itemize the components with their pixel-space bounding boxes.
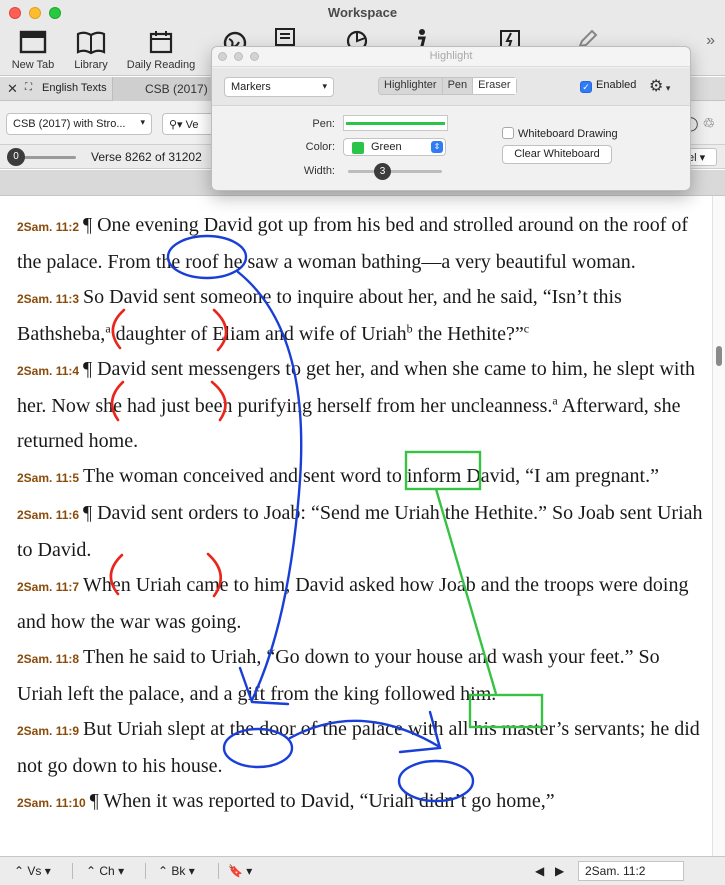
bottom-navigation-bar: ⌃ Vs ▾ ⌃ Ch ▾ ⌃ Bk ▾ 🔖 ▾ ◀ ▶ 2Sam. 11:2 — [0, 856, 725, 885]
verse-text: the Hethite?” — [412, 323, 524, 345]
verse: 2Sam. 11:4 ¶ David sent messengers to get… — [17, 352, 707, 459]
back-button[interactable]: ◀ — [535, 864, 544, 878]
toolbar-overflow-button[interactable]: » — [706, 32, 715, 50]
whiteboard-drawing-checkbox[interactable]: Whiteboard Drawing — [502, 127, 618, 140]
verse: 2Sam. 11:3 So David sent someone to inqui… — [17, 280, 707, 352]
version-select-value: CSB (2017) with Stro... — [13, 118, 126, 130]
reference-field[interactable]: 2Sam. 11:2 — [578, 861, 684, 881]
daily-reading-label: Daily Reading — [126, 59, 196, 71]
vertical-scrollbar[interactable] — [712, 196, 725, 856]
color-select[interactable]: Green ⇕ — [343, 138, 446, 156]
palette-titlebar: Highlight — [212, 47, 690, 67]
checkbox-box — [502, 127, 514, 139]
gear-icon[interactable]: ⚙ ▾ — [649, 76, 670, 96]
palette-controls: Markers ▾ Highlighter Pen Eraser ✓ Enabled… — [212, 68, 690, 106]
forward-button[interactable]: ▶ — [555, 864, 564, 878]
color-label: Color: — [305, 141, 335, 153]
mode-segmented-control: Highlighter Pen Eraser — [378, 77, 517, 95]
verse: 2Sam. 11:10 ¶ When it was reported to Dav… — [17, 784, 707, 821]
verse-slider-track[interactable] — [24, 156, 76, 159]
mode-pen[interactable]: Pen — [443, 78, 474, 94]
verse-text: ¶ When it was reported to David, “Uriah … — [89, 790, 555, 812]
verse-ref[interactable]: 2Sam. 11:8 — [17, 652, 79, 666]
book-step-label: Bk — [171, 864, 186, 878]
verse-step-button[interactable]: ⌃ Vs ▾ — [14, 864, 51, 878]
library-button[interactable]: Library — [66, 28, 116, 72]
verse-slider-knob[interactable]: 0 — [7, 148, 25, 166]
chapter-step-button[interactable]: ⌃ Ch ▾ — [86, 864, 124, 878]
search-icon: ⚲▾ — [169, 119, 186, 131]
stepper-icon: ⇕ — [431, 141, 443, 153]
verse-text: But Uriah slept at the door of the palac… — [17, 718, 700, 777]
bible-text[interactable]: 2Sam. 11:2 ¶ One evening David got up fro… — [17, 208, 707, 821]
verse-ref[interactable]: 2Sam. 11:4 — [17, 364, 79, 378]
pen-preview — [343, 115, 448, 131]
verse-ref[interactable]: 2Sam. 11:10 — [17, 796, 86, 810]
book-step-button[interactable]: ⌃ Bk ▾ — [158, 864, 195, 878]
palette-title: Highlight — [429, 50, 473, 62]
version-select[interactable]: CSB (2017) with Stro... ▾ — [6, 113, 152, 135]
width-slider-knob[interactable]: 3 — [374, 163, 391, 180]
close-tab-icon[interactable]: ✕ — [7, 81, 18, 97]
verse-text: The woman conceived and sent word to inf… — [83, 465, 659, 487]
verse-text: daughter of Eliam and wife of Uriah — [110, 323, 407, 345]
verse: 2Sam. 11:7 When Uriah came to him, David … — [17, 568, 707, 640]
divider — [72, 863, 73, 879]
color-value: Green — [371, 141, 402, 153]
marker-style-value: Markers — [231, 81, 271, 93]
verse: 2Sam. 11:9 But Uriah slept at the door of… — [17, 712, 707, 784]
verse-position: Verse 8262 of 31202 — [91, 150, 202, 164]
verse-ref[interactable]: 2Sam. 11:7 — [17, 580, 79, 594]
calendar-icon — [149, 31, 173, 54]
verse: 2Sam. 11:8 Then he said to Uriah, “Go dow… — [17, 640, 707, 712]
window-title: Workspace — [327, 5, 398, 20]
library-icon — [76, 31, 106, 55]
pen-stroke-preview — [346, 122, 445, 125]
new-tab-button[interactable]: New Tab — [8, 28, 58, 72]
verse-ref[interactable]: 2Sam. 11:2 — [17, 220, 79, 234]
check-icon: ✓ — [580, 81, 592, 93]
verse: 2Sam. 11:2 ¶ One evening David got up fro… — [17, 208, 707, 280]
chevron-down-icon: ▾ — [140, 117, 145, 127]
divider — [218, 863, 219, 879]
library-label: Library — [74, 59, 108, 71]
verse-text: When Uriah came to him, David asked how … — [17, 574, 689, 633]
new-tab-icon — [19, 30, 47, 54]
whiteboard-drawing-label: Whiteboard Drawing — [518, 128, 618, 140]
scrollbar-thumb[interactable] — [716, 346, 722, 366]
new-tab-label: New Tab — [11, 59, 55, 71]
bookmark-icon[interactable]: 🔖 ▾ — [228, 864, 252, 878]
verse-step-label: Vs — [27, 864, 42, 878]
clear-whiteboard-button[interactable]: Clear Whiteboard — [502, 145, 612, 164]
color-swatch — [352, 142, 364, 154]
expand-icon[interactable]: ⛶ — [25, 82, 32, 93]
tab-english-texts[interactable]: English Texts — [42, 82, 107, 94]
daily-reading-button[interactable]: Daily Reading — [122, 28, 200, 72]
verse-text: ¶ One evening David got up from his bed … — [17, 214, 689, 273]
highlight-palette: Highlight Markers ▾ Highlighter Pen Erase… — [211, 46, 691, 191]
verse-ref[interactable]: 2Sam. 11:5 — [17, 471, 79, 485]
verse-text: ¶ David sent orders to Joab: “Send me Ur… — [17, 502, 703, 561]
marker-style-select[interactable]: Markers ▾ — [224, 77, 334, 97]
divider — [145, 863, 146, 879]
verse: 2Sam. 11:5 The woman conceived and sent w… — [17, 459, 707, 496]
verse-ref[interactable]: 2Sam. 11:9 — [17, 724, 79, 738]
verse-ref[interactable]: 2Sam. 11:3 — [17, 292, 79, 306]
mode-eraser[interactable]: Eraser — [473, 78, 516, 94]
verse-text: Then he said to Uriah, “Go down to your … — [17, 646, 660, 705]
pen-label: Pen: — [312, 118, 335, 130]
chevron-down-icon: ▾ — [322, 81, 327, 91]
verse-ref[interactable]: 2Sam. 11:6 — [17, 508, 79, 522]
width-slider-track[interactable] — [348, 170, 442, 173]
width-label: Width: — [303, 165, 335, 177]
verse: 2Sam. 11:6 ¶ David sent orders to Joab: “… — [17, 496, 707, 568]
enabled-label: Enabled — [596, 79, 637, 91]
mode-highlighter[interactable]: Highlighter — [379, 78, 443, 94]
search-prefix: Ve — [185, 119, 199, 131]
footnote-marker[interactable]: c — [524, 321, 529, 335]
chapter-step-label: Ch — [99, 864, 115, 878]
enabled-checkbox[interactable]: ✓ Enabled — [580, 79, 636, 93]
